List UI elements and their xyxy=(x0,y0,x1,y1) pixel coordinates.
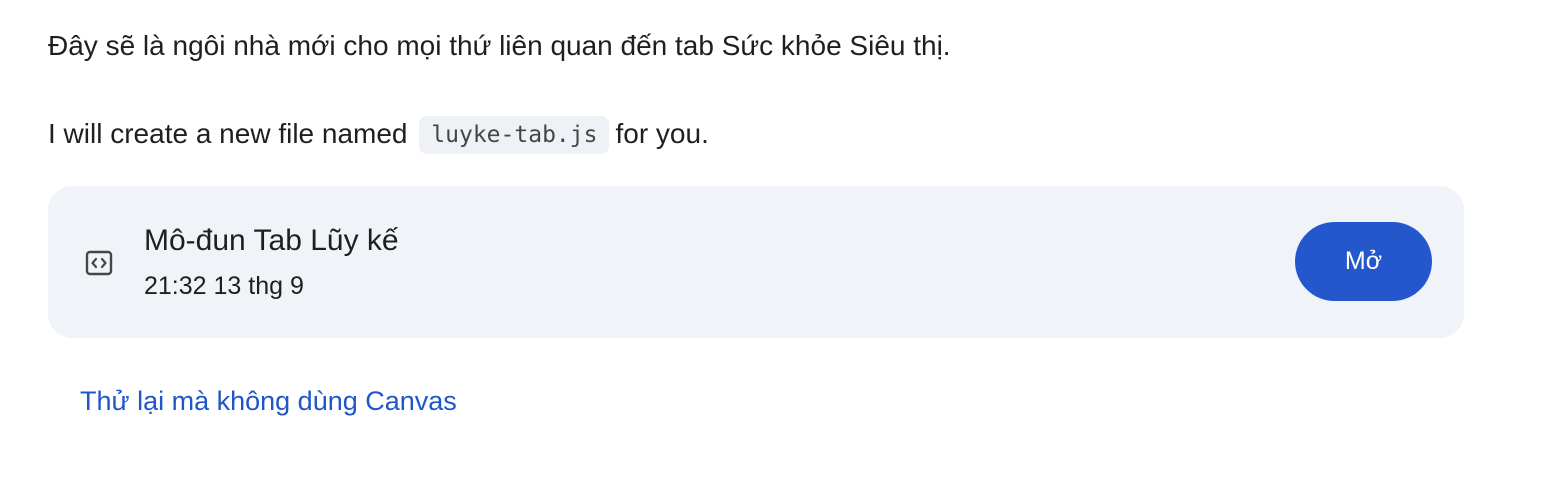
response-text-1: Đây sẽ là ngôi nhà mới cho mọi thứ liên … xyxy=(48,30,951,61)
open-button[interactable]: Mở xyxy=(1295,222,1432,301)
code-file-icon xyxy=(85,250,113,276)
retry-without-canvas-link[interactable]: Thử lại mà không dùng Canvas xyxy=(80,384,457,418)
file-card[interactable]: Mô-đun Tab Lũy kế 21:32 13 thg 9 Mở xyxy=(48,186,1464,338)
filename-code: luyke-tab.js xyxy=(419,116,610,154)
file-card-timestamp: 21:32 13 thg 9 xyxy=(144,272,304,300)
response-text-2: I will create a new file named luyke-tab… xyxy=(48,116,709,154)
response-text-2-tail: for you. xyxy=(615,118,709,149)
response-text-2-lead: I will create a new file named xyxy=(48,118,408,149)
file-card-title: Mô-đun Tab Lũy kế xyxy=(144,224,399,257)
